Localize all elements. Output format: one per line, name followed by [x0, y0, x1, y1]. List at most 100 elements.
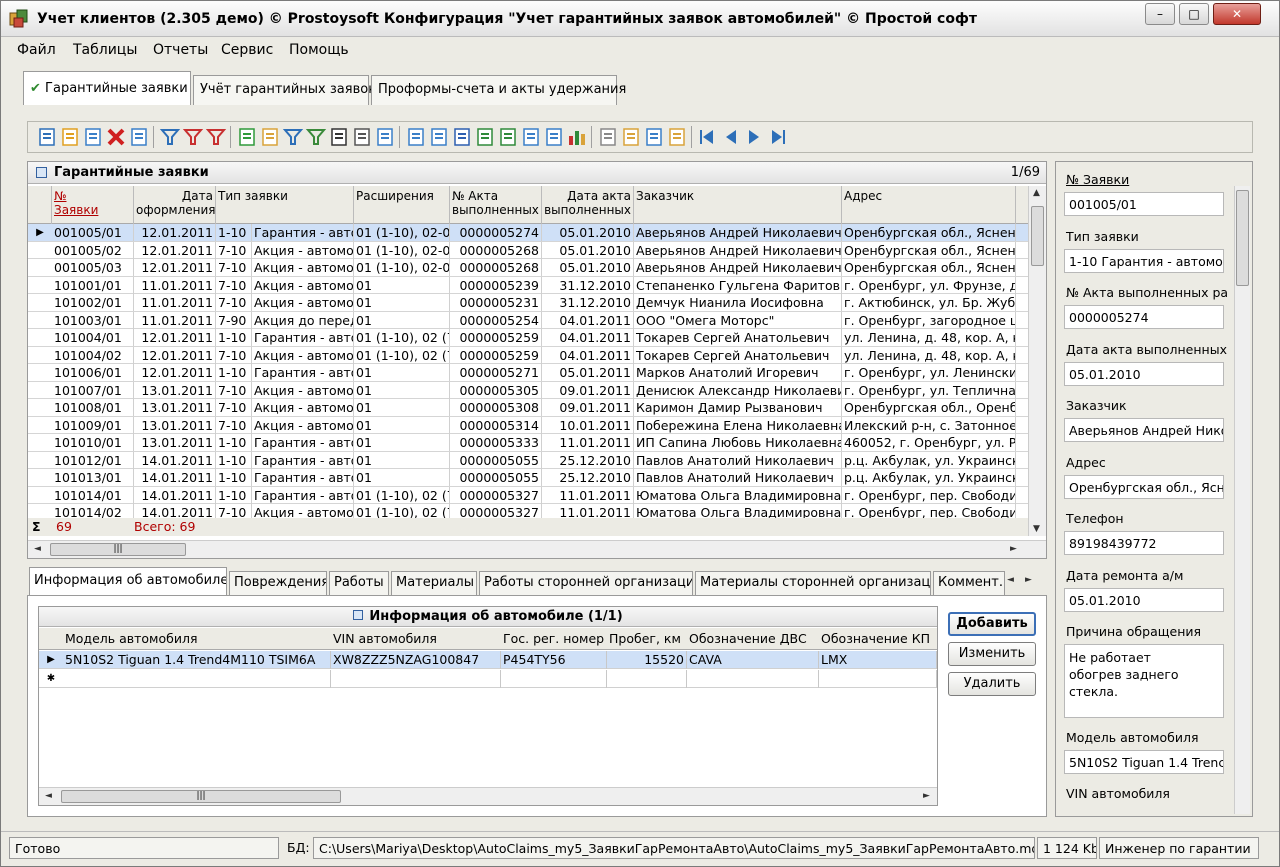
tab-comments[interactable]: Коммент... — [933, 571, 1005, 595]
menu-tables[interactable]: Таблицы — [73, 42, 137, 58]
last-record-icon[interactable] — [766, 126, 788, 148]
table-row[interactable]: 101002/01 11.01.2011 7-10 Акция - автомо 01 0… — [28, 294, 1028, 312]
tab-car-info[interactable]: Информация об автомобиле — [29, 567, 227, 595]
delete-button[interactable]: Удалить — [948, 672, 1036, 696]
tab-third-party-materials[interactable]: Материалы сторонней организации — [695, 571, 931, 595]
tab-scroll-right-icon[interactable]: ► — [1025, 575, 1032, 585]
print-preview-icon[interactable] — [374, 126, 396, 148]
scroll-thumb[interactable] — [1031, 206, 1044, 266]
col-claim-no-header[interactable]: № Заявки — [52, 186, 134, 224]
import-icon[interactable] — [428, 126, 450, 148]
scroll-left-icon[interactable]: ◄ — [45, 791, 52, 801]
tab-claims-accounting[interactable]: Учёт гарантийных заявок — [193, 75, 376, 105]
table-row[interactable]: ▶ 5N10S2 Tiguan 1.4 Trend4M110 TSIM6A XW8Z… — [39, 651, 937, 669]
excel-export-icon[interactable] — [497, 126, 519, 148]
col-address-header[interactable]: Адрес — [842, 186, 1016, 224]
table-row[interactable]: 101009/01 13.01.2011 7-10 Акция - автомо 01 0… — [28, 416, 1028, 434]
table-row[interactable]: 101008/01 13.01.2011 7-10 Акция - автомо 01 0… — [28, 399, 1028, 417]
grid-vertical-scrollbar[interactable]: ▲ ▼ — [1028, 186, 1046, 536]
menu-file[interactable]: Файл — [17, 42, 56, 58]
tab-third-party-works[interactable]: Работы сторонней организации — [479, 571, 693, 595]
scroll-left-icon[interactable]: ◄ — [34, 544, 41, 554]
col-vin-header[interactable]: VIN автомобиля — [333, 631, 437, 646]
binoculars-icon[interactable] — [328, 126, 350, 148]
menu-help[interactable]: Помощь — [289, 42, 349, 58]
table-row[interactable]: 101003/01 11.01.2011 7-90 Акция до перед 01 0… — [28, 311, 1028, 329]
delete-record-icon[interactable] — [105, 126, 127, 148]
col-claim-type-header[interactable]: Тип заявки — [216, 186, 354, 224]
close-button[interactable]: ✕ — [1213, 3, 1261, 25]
word-icon[interactable] — [451, 126, 473, 148]
add-record-icon[interactable] — [36, 126, 58, 148]
filter-clear-icon[interactable] — [205, 126, 227, 148]
col-reg-number-header[interactable]: Гос. рег. номер — [503, 631, 604, 646]
scroll-right-icon[interactable]: ► — [923, 791, 930, 801]
table-row[interactable]: 101001/01 11.01.2011 7-10 Акция - автомо 01 0… — [28, 276, 1028, 294]
tab-warranty-claims[interactable]: ✔ Гарантийные заявки — [23, 71, 191, 105]
next-record-icon[interactable] — [743, 126, 765, 148]
prev-record-icon[interactable] — [720, 126, 742, 148]
col-issue-date-header[interactable]: Дата оформления — [134, 186, 216, 224]
detail-field[interactable]: 89198439772 — [1064, 531, 1224, 555]
model-field[interactable]: 5N10S2 Tiguan 1.4 Trenc — [1064, 750, 1224, 774]
col-engine-code-header[interactable]: Обозначение ДВС — [689, 631, 807, 646]
folder-icon[interactable] — [259, 126, 281, 148]
filter-group-icon[interactable] — [282, 126, 304, 148]
table-row[interactable]: 101007/01 13.01.2011 7-10 Акция - автомо 01 0… — [28, 381, 1028, 399]
tab-proforma-invoices[interactable]: Проформы-счета и акты удержания — [371, 75, 626, 105]
detail-field[interactable]: 05.01.2010 — [1064, 587, 1224, 612]
tab-scroll-left-icon[interactable]: ◄ — [1007, 575, 1014, 585]
scroll-thumb[interactable] — [1236, 190, 1249, 286]
col-gearbox-code-header[interactable]: Обозначение КП — [821, 631, 930, 646]
col-act-date-header[interactable]: Дата акта выполненных — [542, 186, 634, 224]
grid-horizontal-scrollbar[interactable]: ◄ ||| ► — [28, 540, 1046, 558]
tab-materials[interactable]: Материалы — [391, 571, 477, 595]
edit-button[interactable]: Изменить — [948, 642, 1036, 666]
table-row[interactable]: 001005/03 12.01.2011 7-10 Акция - автомо 01 … — [28, 259, 1028, 277]
scroll-right-icon[interactable]: ► — [1010, 544, 1017, 554]
detail-field[interactable]: Аверьянов Андрей Никол — [1064, 418, 1224, 442]
detail-field[interactable]: 0000005274 — [1064, 305, 1224, 329]
sort-icon[interactable] — [620, 126, 642, 148]
filter-sum-icon[interactable] — [305, 126, 327, 148]
minimize-button[interactable]: – — [1145, 3, 1175, 25]
print-icon[interactable] — [351, 126, 373, 148]
col-act-no-header[interactable]: № Акта выполненных — [450, 186, 542, 224]
title-bar[interactable]: Учет клиентов (2.305 демо) © Prostoysoft… — [1, 1, 1279, 37]
table-row[interactable]: 101006/01 12.01.2011 1-10 Гарантия - авто 01… — [28, 364, 1028, 382]
tab-damages[interactable]: Повреждения — [229, 571, 327, 595]
table-row[interactable]: 101010/01 13.01.2011 1-10 Гарантия - авто 01… — [28, 434, 1028, 452]
filter-icon[interactable] — [159, 126, 181, 148]
col-extensions-header[interactable]: Расширения — [354, 186, 450, 224]
excel-icon[interactable] — [474, 126, 496, 148]
export-icon[interactable] — [405, 126, 427, 148]
table-grid-icon[interactable] — [128, 126, 150, 148]
scroll-thumb[interactable]: ||| — [61, 790, 341, 803]
detail-field[interactable]: Оренбургская обл., Ясн — [1064, 474, 1224, 499]
col-model-header[interactable]: Модель автомобиля — [65, 631, 197, 646]
list-icon[interactable] — [643, 126, 665, 148]
report-icon[interactable] — [520, 126, 542, 148]
scroll-up-icon[interactable]: ▲ — [1033, 188, 1040, 198]
table-row[interactable]: 101014/01 14.01.2011 1-10 Гарантия - авто 01… — [28, 486, 1028, 504]
new-row[interactable]: ✱ — [39, 670, 937, 688]
columns-icon[interactable] — [666, 126, 688, 148]
col-customer-header[interactable]: Заказчик — [634, 186, 842, 224]
detail-scrollbar[interactable] — [1234, 186, 1250, 814]
table-row[interactable]: 001005/02 12.01.2011 7-10 Акция - автомо 01 … — [28, 241, 1028, 259]
car-info-hscroll[interactable]: ◄ ||| ► — [39, 787, 937, 805]
tab-works[interactable]: Работы — [329, 571, 389, 595]
table-row[interactable]: 101004/01 12.01.2011 1-10 Гарантия - авто 01… — [28, 329, 1028, 347]
chart-icon[interactable] — [566, 126, 588, 148]
report-edit-icon[interactable] — [543, 126, 565, 148]
first-record-icon[interactable] — [697, 126, 719, 148]
reason-memo[interactable]: Не работает обогрев заднего стекла. — [1064, 644, 1224, 718]
copy-record-icon[interactable] — [82, 126, 104, 148]
add-button[interactable]: Добавить — [948, 612, 1036, 636]
detail-field[interactable]: 001005/01 — [1064, 192, 1224, 216]
maximize-button[interactable]: □ — [1179, 3, 1209, 25]
table-row[interactable]: 101004/02 12.01.2011 7-10 Акция - автомо 01 … — [28, 346, 1028, 364]
table-row[interactable]: 101012/01 14.01.2011 1-10 Гарантия - авто 01… — [28, 451, 1028, 469]
edit-record-icon[interactable] — [59, 126, 81, 148]
filter-edit-icon[interactable] — [182, 126, 204, 148]
